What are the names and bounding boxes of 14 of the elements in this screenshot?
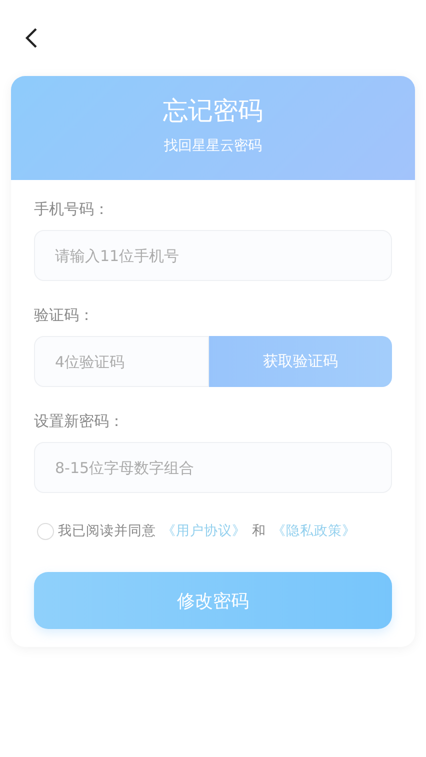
get-code-button[interactable]: 获取验证码 — [209, 336, 392, 387]
policy-link[interactable]: 《用户协议》 — [162, 523, 246, 539]
field-label: 验证码： — [34, 306, 95, 325]
page-subtitle: 找回星星云密码 — [164, 137, 262, 155]
field-label: 手机号码： — [34, 200, 110, 219]
input-field[interactable]: 8-15位字母数字组合 — [34, 442, 392, 493]
input-field[interactable]: 4位验证码 — [34, 336, 209, 387]
policy-link[interactable]: 《隐私政策》 — [272, 523, 356, 539]
agreement-text: 我已阅读并同意 《用户协议》 和 《隐私政策》 — [58, 522, 357, 540]
input-field[interactable]: 请输入11位手机号 — [34, 230, 392, 281]
submit-button[interactable]: 修改密码 — [34, 572, 392, 629]
field-label: 设置新密码： — [34, 412, 125, 431]
page-title: 忘记密码 — [163, 95, 263, 127]
agree-checkbox[interactable] — [37, 522, 54, 540]
